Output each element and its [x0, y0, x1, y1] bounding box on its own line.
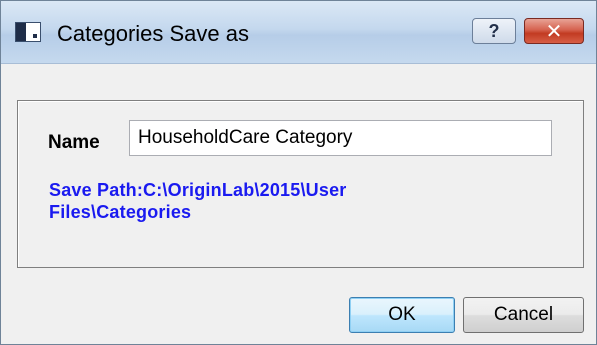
- save-path-text: Save Path:C:\OriginLab\2015\User Files\C…: [49, 179, 529, 223]
- help-button[interactable]: ?: [472, 18, 516, 44]
- window-app-icon: [15, 22, 41, 42]
- save-path-line-2: Files\Categories: [49, 202, 192, 222]
- close-icon: ✕: [545, 20, 563, 43]
- title-bar[interactable]: Categories Save as ? ✕: [1, 1, 596, 64]
- close-button[interactable]: ✕: [524, 18, 584, 44]
- name-label: Name: [48, 132, 100, 153]
- save-as-dialog: Categories Save as ? ✕ Name Save Path:C:…: [0, 0, 597, 345]
- name-input[interactable]: [129, 120, 552, 156]
- question-mark-icon: ?: [488, 20, 500, 41]
- cancel-button[interactable]: Cancel: [463, 297, 584, 333]
- save-path-line-1: Save Path:C:\OriginLab\2015\User: [49, 180, 347, 200]
- dialog-title: Categories Save as: [57, 21, 249, 46]
- ok-button[interactable]: OK: [349, 297, 455, 333]
